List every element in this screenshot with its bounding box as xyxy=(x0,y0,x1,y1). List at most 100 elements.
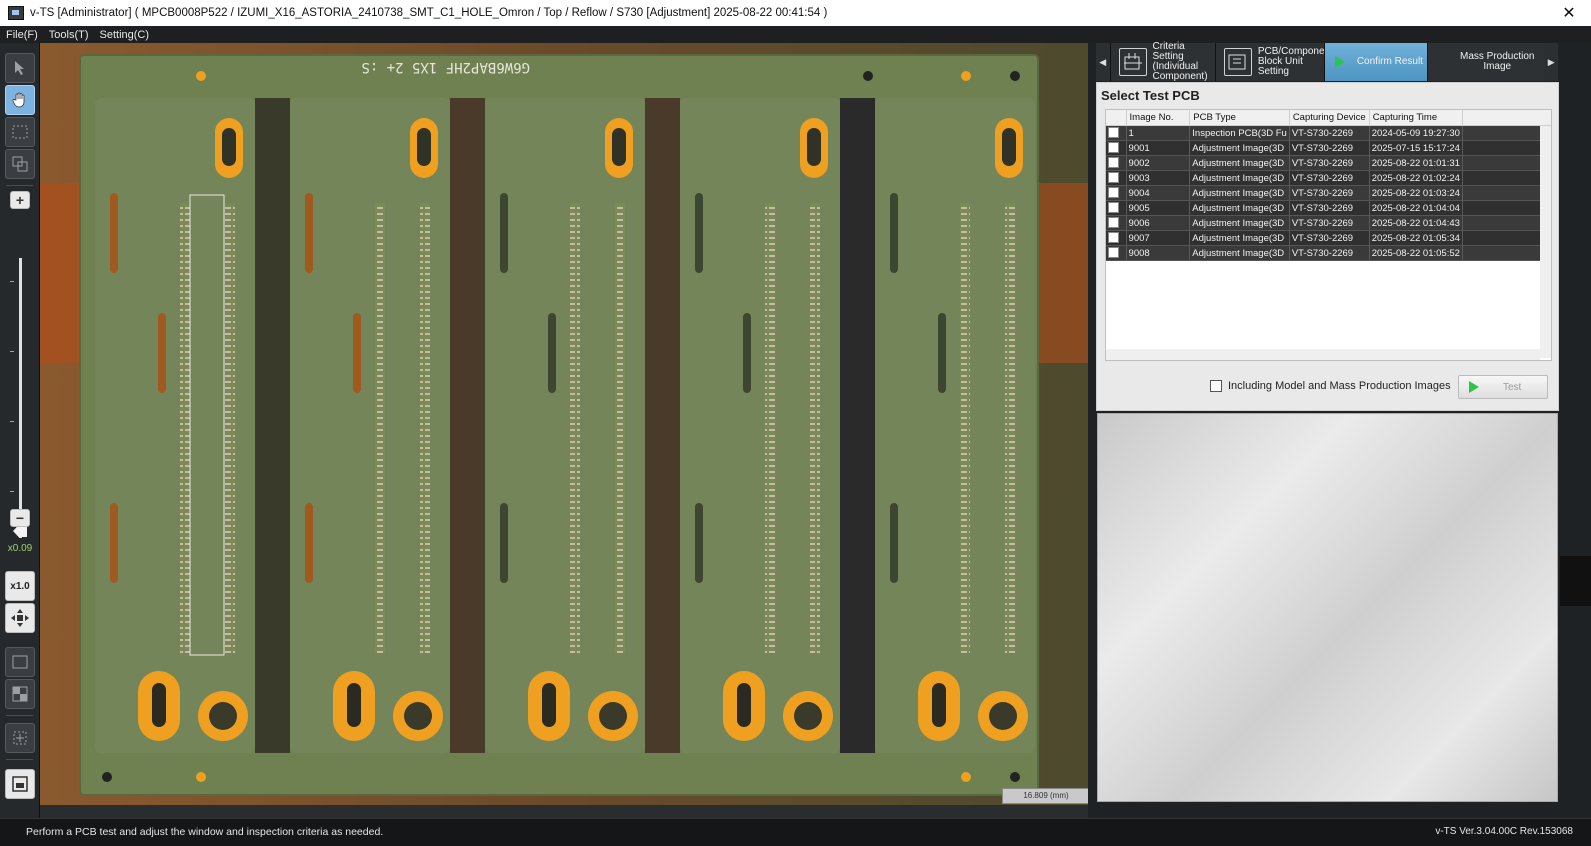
zoom-tick xyxy=(10,351,14,352)
cell-filler xyxy=(1462,200,1551,216)
table-header: Image No. PCB Type Capturing Device Capt… xyxy=(1106,110,1551,126)
row-checkbox-cell[interactable] xyxy=(1106,155,1127,171)
tab-criteria-setting[interactable]: Criteria Setting (Individual Component) xyxy=(1109,41,1215,82)
table-horizontal-scrollbar[interactable] xyxy=(1106,349,1540,360)
test-button[interactable]: Test xyxy=(1458,375,1548,399)
cell-capturing-time: 2025-08-22 01:04:43 xyxy=(1369,215,1463,231)
component-select-button[interactable] xyxy=(5,723,35,753)
multi-select-button[interactable] xyxy=(5,149,35,179)
include-model-label: Including Model and Mass Production Imag… xyxy=(1228,380,1451,392)
test-button-label: Test xyxy=(1503,381,1522,393)
cell-capturing-time: 2025-08-22 01:02:24 xyxy=(1369,170,1463,186)
cell-image-no: 9007 xyxy=(1126,230,1191,246)
column-header-capturing-device[interactable]: Capturing Device xyxy=(1289,110,1370,126)
cell-filler xyxy=(1462,230,1551,246)
status-message: Perform a PCB test and adjust the window… xyxy=(26,826,384,838)
row-checkbox[interactable] xyxy=(1108,247,1119,259)
column-header-capturing-time[interactable]: Capturing Time xyxy=(1369,110,1463,126)
single-view-button[interactable] xyxy=(5,647,35,677)
pcb-image-canvas[interactable]: G6W6BAP2HF 1X5 2+ :S xyxy=(40,43,1088,805)
row-checkbox[interactable] xyxy=(1108,202,1119,214)
row-checkbox[interactable] xyxy=(1108,127,1119,139)
cell-capturing-device: VT-S730-2269 xyxy=(1289,245,1370,261)
dashed-rect-icon xyxy=(12,125,28,139)
row-checkbox[interactable] xyxy=(1108,232,1119,244)
cell-image-no: 1 xyxy=(1126,125,1191,141)
cell-image-no: 9006 xyxy=(1126,215,1191,231)
tab-mass-production-image[interactable]: Mass Production Image xyxy=(1427,43,1545,81)
zoom-tick xyxy=(10,421,14,422)
table-vertical-scrollbar[interactable] xyxy=(1540,126,1551,358)
fit-view-button[interactable] xyxy=(5,603,35,633)
include-model-checkbox[interactable] xyxy=(1210,380,1222,392)
layer-view-button[interactable] xyxy=(5,769,35,799)
zoom-level: x0.09 xyxy=(7,543,33,554)
close-button[interactable]: ✕ xyxy=(1547,0,1591,26)
row-checkbox-cell[interactable] xyxy=(1106,140,1127,156)
row-checkbox-cell[interactable] xyxy=(1106,125,1127,141)
column-header-select[interactable] xyxy=(1106,110,1127,126)
reset-zoom-button[interactable]: x1.0 xyxy=(5,571,35,601)
row-checkbox-cell[interactable] xyxy=(1106,230,1127,246)
table-row[interactable]: 9003 Adjustment Image(3D VT-S730-2269 2025-… xyxy=(1106,170,1551,186)
cell-filler xyxy=(1462,245,1551,261)
table-row[interactable]: 1 Inspection PCB(3D Fu VT-S730-2269 2024-05… xyxy=(1106,125,1551,141)
row-checkbox[interactable] xyxy=(1108,172,1119,184)
cell-capturing-device: VT-S730-2269 xyxy=(1289,200,1370,216)
step-prev-button[interactable]: ◀ xyxy=(1096,43,1110,81)
row-checkbox[interactable] xyxy=(1108,142,1119,154)
step-next-button[interactable]: ▶ xyxy=(1544,43,1558,81)
row-checkbox[interactable] xyxy=(1108,157,1119,169)
cell-capturing-time: 2025-08-22 01:03:24 xyxy=(1369,185,1463,201)
canvas-scrollbar[interactable] xyxy=(40,805,1088,818)
checker-view-button[interactable] xyxy=(5,679,35,709)
column-header-image-no[interactable]: Image No. xyxy=(1126,110,1191,126)
cell-filler xyxy=(1462,125,1551,141)
multi-rect-icon xyxy=(12,156,28,172)
row-checkbox-cell[interactable] xyxy=(1106,185,1127,201)
row-checkbox[interactable] xyxy=(1108,187,1119,199)
row-checkbox-cell[interactable] xyxy=(1106,245,1127,261)
board-marking: G6W6BAP2HF 1X5 2+ :S xyxy=(361,59,530,75)
table-row[interactable]: 9004 Adjustment Image(3D VT-S730-2269 2025-… xyxy=(1106,185,1551,201)
tab-criteria-setting-label: Criteria Setting (Individual Component) xyxy=(1152,41,1208,82)
menu-file[interactable]: File(F) xyxy=(0,29,43,41)
column-header-pcb-type[interactable]: PCB Type xyxy=(1189,110,1290,126)
menu-tools[interactable]: Tools(T) xyxy=(43,29,94,41)
cell-pcb-type: Inspection PCB(3D Fu xyxy=(1189,125,1290,141)
zoom-in-button[interactable]: + xyxy=(10,191,30,209)
row-checkbox-cell[interactable] xyxy=(1106,200,1127,216)
pcb-strips xyxy=(95,71,1035,782)
table-row[interactable]: 9007 Adjustment Image(3D VT-S730-2269 2025-… xyxy=(1106,230,1551,246)
plus-icon: + xyxy=(15,192,25,208)
row-checkbox-cell[interactable] xyxy=(1106,215,1127,231)
tab-pcb-block-setting[interactable]: PCB/Component Block Unit Setting xyxy=(1214,43,1333,81)
table-row[interactable]: 9008 Adjustment Image(3D VT-S730-2269 2025-… xyxy=(1106,245,1551,261)
cell-pcb-type: Adjustment Image(3D xyxy=(1189,155,1290,171)
table-row[interactable]: 9002 Adjustment Image(3D VT-S730-2269 2025-… xyxy=(1106,155,1551,171)
table-row[interactable]: 9001 Adjustment Image(3D VT-S730-2269 2025-… xyxy=(1106,140,1551,156)
cell-image-no: 9004 xyxy=(1126,185,1191,201)
table-row[interactable]: 9005 Adjustment Image(3D VT-S730-2269 2025-… xyxy=(1106,200,1551,216)
pan-hand-button[interactable] xyxy=(5,85,35,115)
checker-icon xyxy=(12,686,28,702)
pcb-block-setting-icon xyxy=(1223,48,1252,76)
area-select-button[interactable] xyxy=(5,117,35,147)
cell-pcb-type: Adjustment Image(3D xyxy=(1189,230,1290,246)
cell-capturing-device: VT-S730-2269 xyxy=(1289,125,1370,141)
cell-pcb-type: Adjustment Image(3D xyxy=(1189,140,1290,156)
row-checkbox[interactable] xyxy=(1108,217,1119,229)
menu-bar: File(F) Tools(T) Setting(C) xyxy=(0,26,1591,43)
table-row[interactable]: 9006 Adjustment Image(3D VT-S730-2269 2025-… xyxy=(1106,215,1551,231)
cell-image-no: 9001 xyxy=(1126,140,1191,156)
zoom-out-button[interactable]: − xyxy=(10,509,30,527)
tab-confirm-result[interactable]: Confirm Result xyxy=(1323,43,1428,81)
zoom-slider-track[interactable] xyxy=(19,258,22,538)
include-model-option[interactable]: Including Model and Mass Production Imag… xyxy=(1210,380,1451,392)
menu-setting[interactable]: Setting(C) xyxy=(94,29,155,41)
row-checkbox-cell[interactable] xyxy=(1106,170,1127,186)
cell-image-no: 9008 xyxy=(1126,245,1191,261)
cell-capturing-time: 2025-08-22 01:05:34 xyxy=(1369,230,1463,246)
select-pointer-button[interactable] xyxy=(5,53,35,83)
select-test-pcb-panel: Select Test PCB Image No. PCB Type Captu… xyxy=(1096,82,1559,411)
